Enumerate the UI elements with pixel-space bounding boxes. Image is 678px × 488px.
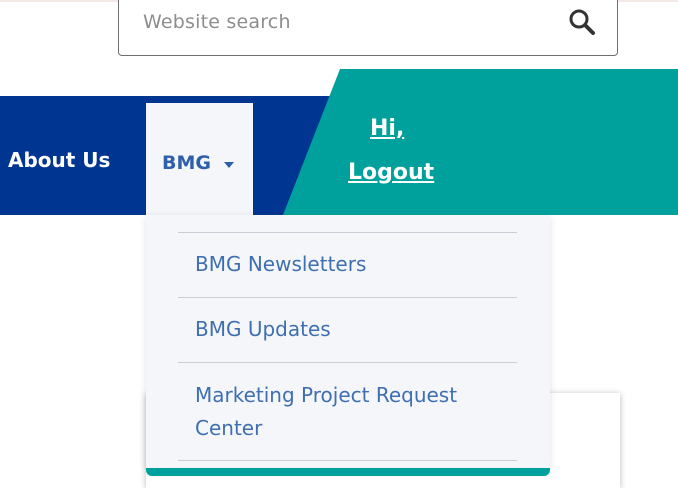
menu-item-marketing-project-request-center[interactable]: Marketing Project Request Center	[195, 379, 515, 445]
search-placeholder: Website search	[143, 11, 291, 33]
menu-divider	[178, 362, 517, 363]
nav-item-bmg-label: BMG	[162, 152, 211, 174]
nav-item-bmg[interactable]: BMG	[146, 103, 253, 228]
search-input[interactable]: Website search	[118, 0, 618, 56]
bmg-dropdown-menu: BMG Newsletters BMG Updates Marketing Pr…	[146, 215, 550, 470]
logout-link[interactable]: Logout	[348, 160, 434, 185]
menu-divider	[178, 232, 517, 233]
nav-item-about-us[interactable]: About Us	[8, 148, 110, 172]
menu-divider	[178, 460, 517, 461]
dropdown-bottom-accent	[146, 468, 550, 476]
menu-item-bmg-newsletters[interactable]: BMG Newsletters	[195, 248, 515, 281]
search-icon[interactable]	[565, 5, 599, 39]
menu-divider	[178, 297, 517, 298]
caret-down-icon	[224, 162, 234, 168]
user-panel	[283, 69, 678, 215]
user-greeting-link[interactable]: Hi,	[370, 116, 404, 141]
menu-item-bmg-updates[interactable]: BMG Updates	[195, 313, 515, 346]
